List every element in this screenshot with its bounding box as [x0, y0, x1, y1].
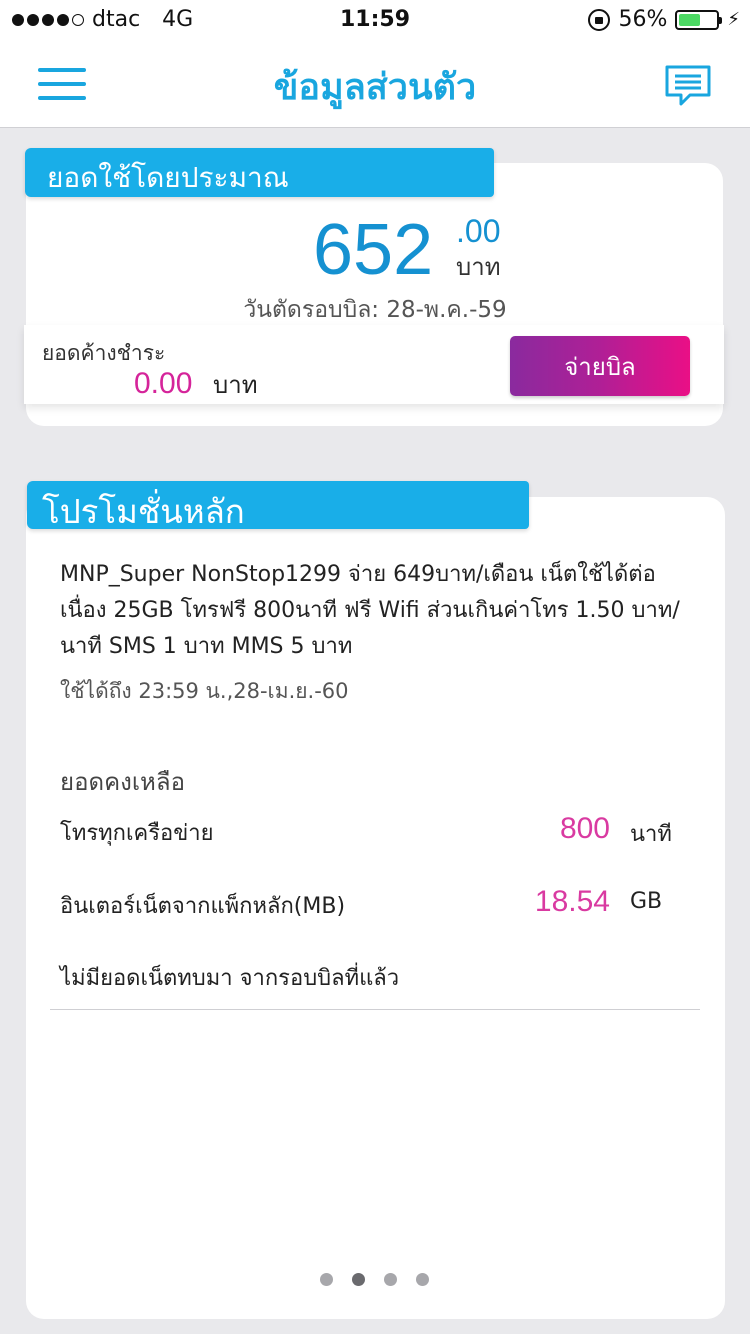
charging-bolt-icon: ⚡: [727, 9, 740, 30]
balance-value-internet: 18.54: [534, 885, 610, 918]
outstanding-unit: บาท: [213, 371, 258, 399]
page-indicator[interactable]: [320, 1273, 429, 1286]
bill-amount-value: 652: [313, 210, 434, 290]
balance-value-voice: 800: [559, 812, 610, 845]
page-dot[interactable]: [416, 1273, 429, 1286]
divider: [50, 1009, 700, 1010]
bill-amount: 652 .00 บาท: [0, 210, 750, 290]
balance-unit-voice: นาที: [630, 822, 672, 847]
outstanding-value: 0.00: [134, 367, 193, 400]
battery-level-fill: [679, 13, 700, 26]
nav-bar: ข้อมูลส่วนตัว: [0, 40, 750, 128]
page-dot[interactable]: [352, 1273, 365, 1286]
battery-percent: 56%: [618, 7, 668, 32]
battery-icon: [675, 9, 723, 30]
bill-cutoff-date: วันตัดรอบบิล: 28-พ.ค.-59: [243, 297, 507, 323]
bill-amount-unit: บาท: [456, 253, 501, 281]
bill-tag: ยอดใช้โดยประมาณ: [25, 148, 494, 197]
outstanding-label: ยอดค้างชำระ: [42, 341, 166, 365]
pay-bill-button[interactable]: จ่ายบิล: [510, 336, 690, 396]
chat-icon[interactable]: [664, 64, 712, 108]
page-title: ข้อมูลส่วนตัว: [273, 67, 477, 108]
promotion-tag: โปรโมชั่นหลัก: [27, 481, 529, 531]
status-bar: dtac 4G 11:59 56% ⚡: [0, 0, 750, 40]
status-right: 56% ⚡: [588, 7, 740, 32]
page-dot[interactable]: [320, 1273, 333, 1286]
promotion-description: MNP_Super NonStop1299 จ่าย 649บาท/เดือน …: [60, 562, 680, 659]
bill-amount-cents: .00: [456, 213, 501, 249]
balance-label-internet: อินเตอร์เน็ตจากแพ็กหลัก(MB): [60, 894, 346, 919]
balance-unit-internet: GB: [630, 889, 663, 914]
outstanding-panel: ยอดค้างชำระ 0.00 บาท จ่ายบิล: [24, 325, 724, 404]
rotation-lock-icon: [588, 8, 611, 31]
promotion-valid-until: ใช้ได้ถึง 23:59 น.,28-เม.ย.-60: [60, 679, 349, 703]
carryover-note: ไม่มียอดเน็ตทบมา จากรอบบิลที่แล้ว: [60, 966, 400, 991]
page-dot[interactable]: [384, 1273, 397, 1286]
balance-heading: ยอดคงเหลือ: [60, 768, 185, 796]
balance-label-voice: โทรทุกเครือข่าย: [60, 821, 214, 846]
